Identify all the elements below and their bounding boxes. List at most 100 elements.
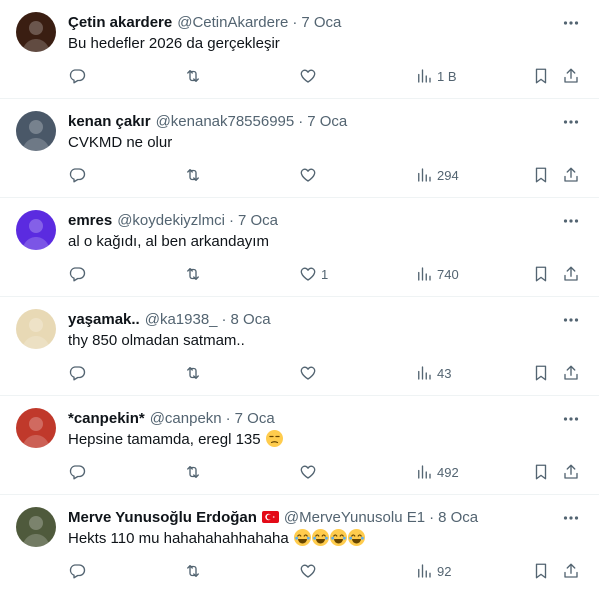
views-button[interactable]: 1 B <box>415 64 457 88</box>
share-button[interactable] <box>562 361 580 385</box>
bookmark-button[interactable] <box>532 361 550 385</box>
share-icon <box>564 563 578 578</box>
avatar[interactable] <box>16 309 56 349</box>
more-options-button[interactable] <box>561 311 581 329</box>
tweet-text: thy 850 olmadan satmam.. <box>68 331 551 351</box>
avatar[interactable] <box>16 408 56 448</box>
tweet-5[interactable]: *canpekin* @canpekn · 7 Oca Hepsine tama… <box>0 396 599 495</box>
author-name[interactable]: yaşamak.. <box>68 311 140 328</box>
retweet-button[interactable] <box>184 559 202 583</box>
retweet-button[interactable] <box>184 361 202 385</box>
share-icon <box>564 68 578 83</box>
more-options-button[interactable] <box>561 14 581 32</box>
view-count: 740 <box>437 266 459 282</box>
more-options-button[interactable] <box>561 212 581 230</box>
tweet-3[interactable]: emres @koydekiyzlmci · 7 Oca al o kağıdı… <box>0 198 599 297</box>
more-icon <box>563 219 579 223</box>
author-handle[interactable]: @kenanak78556995 <box>156 113 295 130</box>
like-button[interactable] <box>299 559 321 583</box>
timestamp[interactable]: 8 Oca <box>231 311 271 328</box>
share-button[interactable] <box>562 64 580 88</box>
timestamp[interactable]: 8 Oca <box>438 509 478 526</box>
view-count: 92 <box>437 563 452 579</box>
heart-icon <box>300 69 316 83</box>
views-button[interactable]: 492 <box>415 460 459 484</box>
views-button[interactable]: 294 <box>415 163 459 187</box>
avatar-silhouette <box>22 21 50 52</box>
retweet-icon <box>187 169 199 181</box>
timestamp[interactable]: 7 Oca <box>307 113 347 130</box>
separator-dot: · <box>429 508 435 526</box>
like-button[interactable] <box>299 460 321 484</box>
more-options-button[interactable] <box>561 113 581 131</box>
author-handle[interactable]: @canpekn <box>150 410 222 427</box>
author-handle[interactable]: @CetinAkardere <box>177 14 288 31</box>
action-bar: 1 740 <box>58 262 583 286</box>
action-bar: 1 B <box>58 64 583 88</box>
bookmark-button[interactable] <box>532 64 550 88</box>
tweet-header: yaşamak.. @ka1938_ · 8 Oca <box>68 309 551 329</box>
avatar[interactable] <box>16 111 56 151</box>
views-button[interactable]: 43 <box>415 361 451 385</box>
tweet-2[interactable]: kenan çakır @kenanak78556995 · 7 Oca CVK… <box>0 99 599 198</box>
retweet-button[interactable] <box>184 262 202 286</box>
timestamp[interactable]: 7 Oca <box>301 14 341 31</box>
share-button[interactable] <box>562 262 580 286</box>
retweet-button[interactable] <box>184 460 202 484</box>
author-name[interactable]: Çetin akardere <box>68 14 172 31</box>
share-button[interactable] <box>562 559 580 583</box>
action-bar: 492 <box>58 460 583 484</box>
avatar[interactable] <box>16 12 56 52</box>
more-options-button[interactable] <box>561 509 581 527</box>
separator-dot: · <box>298 112 304 130</box>
reply-button[interactable] <box>68 559 86 583</box>
more-icon <box>563 318 579 322</box>
tweet-header: kenan çakır @kenanak78556995 · 7 Oca <box>68 111 551 131</box>
author-name[interactable]: Merve Yunusoğlu Erdoğan <box>68 509 257 526</box>
author-handle[interactable]: @koydekiyzlmci <box>117 212 225 229</box>
bookmark-icon <box>535 563 547 579</box>
tweet-4[interactable]: yaşamak.. @ka1938_ · 8 Oca thy 850 olmad… <box>0 297 599 396</box>
reply-button[interactable] <box>68 262 86 286</box>
timestamp[interactable]: 7 Oca <box>238 212 278 229</box>
more-options-button[interactable] <box>561 410 581 428</box>
like-button[interactable] <box>299 64 321 88</box>
bookmark-button[interactable] <box>532 262 550 286</box>
author-name[interactable]: emres <box>68 212 112 229</box>
reply-button[interactable] <box>68 163 86 187</box>
tweet-1[interactable]: Çetin akardere @CetinAkardere · 7 Oca Bu… <box>0 0 599 99</box>
like-button[interactable] <box>299 361 321 385</box>
avatar-silhouette <box>22 516 50 547</box>
bookmark-button[interactable] <box>532 163 550 187</box>
like-count: 1 <box>321 266 329 282</box>
bookmark-button[interactable] <box>532 460 550 484</box>
author-handle[interactable]: @MerveYunusolu E1 <box>284 509 425 526</box>
timestamp[interactable]: 7 Oca <box>235 410 275 427</box>
retweet-icon <box>187 466 199 478</box>
bookmark-button[interactable] <box>532 559 550 583</box>
share-icon <box>564 167 578 182</box>
author-name[interactable]: *canpekin* <box>68 410 145 427</box>
retweet-button[interactable] <box>184 163 202 187</box>
share-button[interactable] <box>562 163 580 187</box>
like-button[interactable] <box>299 163 321 187</box>
views-button[interactable]: 740 <box>415 262 459 286</box>
author-name[interactable]: kenan çakır <box>68 113 151 130</box>
share-button[interactable] <box>562 460 580 484</box>
avatar-silhouette <box>22 318 50 349</box>
avatar[interactable] <box>16 210 56 250</box>
tweet-6[interactable]: Merve Yunusoğlu Erdoğan @MerveYunusolu E… <box>0 495 599 593</box>
reply-icon <box>69 564 86 579</box>
like-button[interactable]: 1 <box>299 262 328 286</box>
reply-button[interactable] <box>68 361 86 385</box>
more-icon <box>563 516 579 520</box>
avatar[interactable] <box>16 507 56 547</box>
action-bar: 43 <box>58 361 583 385</box>
view-count: 294 <box>437 167 459 183</box>
reply-button[interactable] <box>68 460 86 484</box>
reply-button[interactable] <box>68 64 86 88</box>
retweet-button[interactable] <box>184 64 202 88</box>
author-handle[interactable]: @ka1938_ <box>145 311 218 328</box>
tears-of-joy-emoji <box>311 529 329 546</box>
views-button[interactable]: 92 <box>415 559 451 583</box>
